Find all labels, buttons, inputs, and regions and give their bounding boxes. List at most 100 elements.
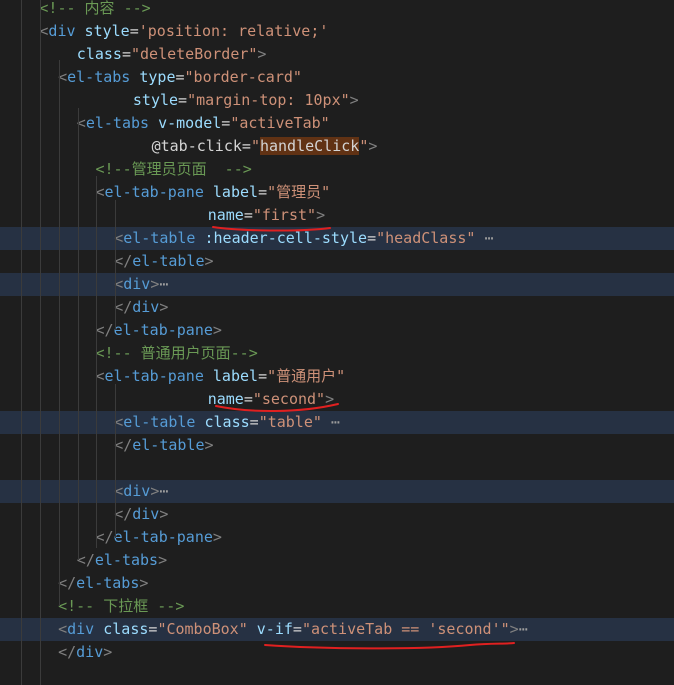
code-line-text: </div> <box>114 296 168 319</box>
code-line-text: @tab-click="handleClick"> <box>152 135 377 158</box>
code-line[interactable]: </div> <box>0 503 674 526</box>
indent-guide <box>21 0 22 685</box>
code-token: div <box>67 620 95 638</box>
code-token: label <box>212 183 259 201</box>
code-line-text: class="deleteBorder"> <box>77 43 267 66</box>
code-token: el-table <box>123 229 196 247</box>
code-token: div <box>123 275 151 293</box>
code-line[interactable]: <el-table :header-cell-style="headClass"… <box>0 227 674 250</box>
code-token: el-tab-pane <box>113 321 213 339</box>
code-line[interactable]: name="first"> <box>0 204 674 227</box>
code-token: = <box>367 229 377 247</box>
code-line-text: <el-tab-pane label="管理员" <box>96 181 331 204</box>
code-line[interactable]: style="margin-top: 10px"> <box>0 89 674 112</box>
code-token: name <box>207 206 244 224</box>
code-line[interactable]: <!-- 内容 --> <box>0 0 674 20</box>
code-token: > <box>159 298 169 316</box>
code-line[interactable]: class="deleteBorder"> <box>0 43 674 66</box>
code-line-text: <el-tabs v-model="activeTab" <box>77 112 330 135</box>
code-line[interactable]: <div style='position: relative;' <box>0 20 674 43</box>
code-token: </ <box>114 505 133 523</box>
code-line[interactable]: <!-- 普通用户页面--> <box>0 342 674 365</box>
code-token: </ <box>95 528 114 546</box>
code-line[interactable]: <el-tabs v-model="activeTab" <box>0 112 674 135</box>
code-token: "activeTab == <box>301 620 429 638</box>
code-token: :header-cell-style <box>204 229 368 247</box>
code-token: > <box>212 528 222 546</box>
code-token: el-tabs <box>76 574 140 592</box>
code-line-text: <div>⋯ <box>114 273 168 296</box>
code-token: "activeTab" <box>230 114 330 132</box>
code-line-text: </div> <box>58 641 112 664</box>
code-line[interactable]: <el-table class="table" ⋯ <box>0 411 674 434</box>
code-line[interactable]: <!--管理员页面 --> <box>0 158 674 181</box>
code-line[interactable]: <!-- 下拉框 --> <box>0 595 674 618</box>
code-editor[interactable]: <!-- 内容 --> <div style='position: relativ… <box>0 0 674 685</box>
code-line[interactable]: <div>⋯ <box>0 273 674 296</box>
code-token: <!--管理员页面 --> <box>95 160 252 178</box>
code-token: = <box>221 114 231 132</box>
code-token: > <box>204 436 214 454</box>
code-line-text: <div style='position: relative;' <box>39 20 328 43</box>
code-token: "ComboBox" <box>157 620 248 638</box>
code-token: div <box>76 643 104 661</box>
code-line[interactable]: <div>⋯ <box>0 480 674 503</box>
code-token: div <box>123 482 151 500</box>
fold-ellipsis-icon[interactable]: ⋯ <box>475 229 493 247</box>
code-line[interactable]: @tab-click="handleClick"> <box>0 135 674 158</box>
code-line[interactable]: </el-table> <box>0 434 674 457</box>
code-token: "deleteBorder" <box>130 45 258 63</box>
code-token: > <box>349 91 359 109</box>
code-token: "first" <box>252 206 317 224</box>
code-token: > <box>150 482 160 500</box>
fold-ellipsis-icon[interactable]: ⋯ <box>322 413 340 431</box>
code-token: </ <box>114 252 133 270</box>
code-token: = <box>258 183 268 201</box>
code-token: = <box>258 367 268 385</box>
code-line-text: <div>⋯ <box>114 480 168 503</box>
fold-ellipsis-icon[interactable]: ⋯ <box>159 275 168 293</box>
code-token: "table" <box>258 413 322 431</box>
code-token: <!-- 内容 --> <box>39 0 151 17</box>
code-token: div <box>132 298 160 316</box>
code-token: > <box>139 574 149 592</box>
indent-guide <box>96 176 97 548</box>
code-line[interactable]: <el-tabs type="border-card" <box>0 66 674 89</box>
code-line[interactable]: </el-tab-pane> <box>0 319 674 342</box>
code-token: class <box>76 45 122 63</box>
code-line-text: <el-table class="table" ⋯ <box>114 411 340 434</box>
code-line[interactable]: name="second"> <box>0 388 674 411</box>
code-line[interactable]: <el-tab-pane label="普通用户" <box>0 365 674 388</box>
code-line[interactable]: </el-tabs> <box>0 549 674 572</box>
code-line[interactable]: </div> <box>0 641 674 664</box>
code-line[interactable] <box>0 457 674 480</box>
fold-ellipsis-icon[interactable]: ⋯ <box>519 620 528 638</box>
code-line[interactable]: </el-table> <box>0 250 674 273</box>
fold-ellipsis-icon[interactable]: ⋯ <box>159 482 168 500</box>
code-line[interactable]: </el-tab-pane> <box>0 526 674 549</box>
code-line[interactable]: </div> <box>0 296 674 319</box>
code-token: v-if <box>256 620 293 638</box>
code-token: > <box>316 206 326 224</box>
code-token: el-tab-pane <box>113 528 213 546</box>
code-token: "headClass" <box>376 229 476 247</box>
code-token: " <box>250 137 260 155</box>
code-token: > <box>159 505 169 523</box>
code-line-text: <!-- 下拉框 --> <box>58 595 184 618</box>
code-token: 'position: relative;' <box>138 22 329 40</box>
code-line[interactable]: <el-tab-pane label="管理员" <box>0 181 674 204</box>
code-token: class <box>103 620 149 638</box>
code-line[interactable]: </el-tabs> <box>0 572 674 595</box>
code-line[interactable]: <div class="ComboBox" v-if="activeTab ==… <box>0 618 674 641</box>
code-token: > <box>103 643 113 661</box>
code-token: = <box>243 390 253 408</box>
code-token: </ <box>58 643 77 661</box>
code-line-text: style="margin-top: 10px"> <box>133 89 359 112</box>
code-token: div <box>48 22 76 40</box>
